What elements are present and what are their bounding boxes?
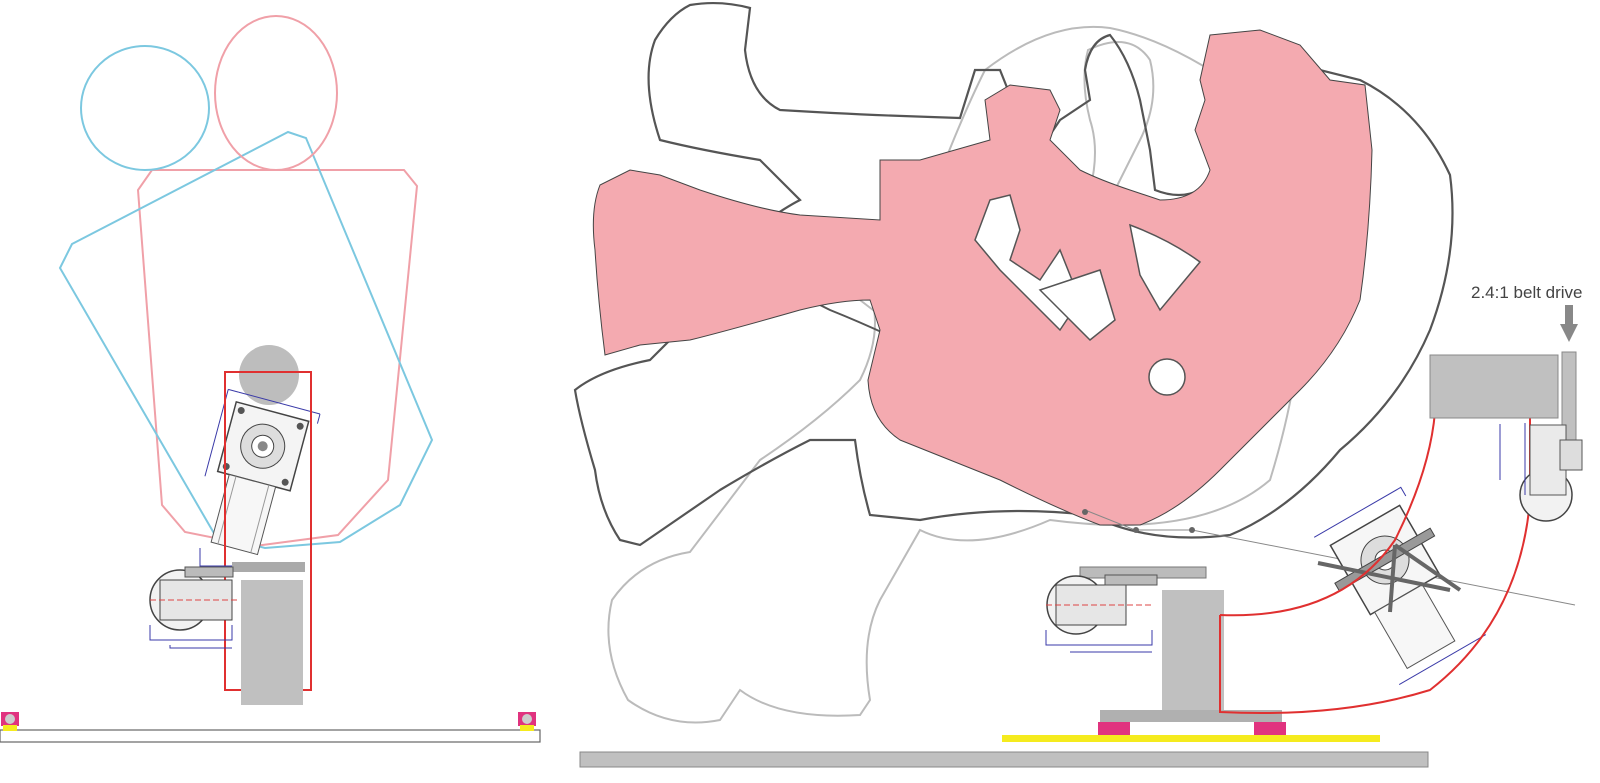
magenta-pad-left	[1098, 722, 1130, 735]
front-view	[0, 15, 541, 743]
blue-head-outline	[80, 45, 210, 171]
magenta-pad-right	[1254, 722, 1286, 735]
seated-figure-pink	[592, 29, 1373, 526]
gear-motor-icon	[149, 548, 240, 649]
side-view	[573, 1, 1583, 768]
yellow-base-rail	[1002, 735, 1380, 742]
hole-icon	[1148, 358, 1186, 396]
motion-platform-diagram	[0, 1, 1583, 768]
side-column	[1162, 590, 1224, 710]
pink-head-outline	[214, 15, 338, 171]
front-base-rail	[0, 729, 541, 743]
motor-block	[1429, 354, 1559, 419]
belt-drive-label: 2.4:1 belt drive	[1471, 283, 1583, 302]
side-gear-motor-icon	[1045, 574, 1158, 653]
side-column-foot	[1100, 710, 1282, 722]
down-arrow-icon	[1560, 305, 1578, 342]
tilted-gearbox	[1313, 486, 1487, 686]
tilted-gearmotor	[204, 388, 321, 556]
front-column	[241, 580, 303, 705]
pivot-knob-icon	[239, 345, 299, 405]
front-plate	[232, 562, 305, 572]
ground-plate	[579, 751, 1429, 768]
